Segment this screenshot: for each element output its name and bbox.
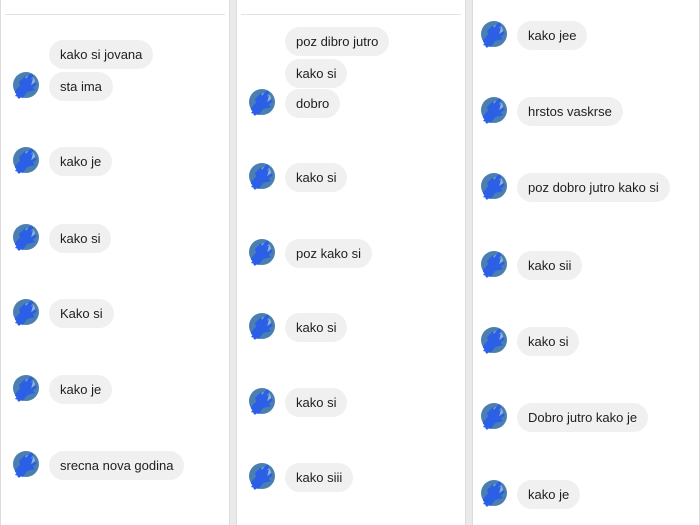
message-bubble[interactable]: hrstos vaskrse — [517, 97, 623, 126]
message-bubble[interactable]: dobro — [285, 89, 341, 118]
message-bubble[interactable]: kako siii — [285, 463, 354, 492]
message-bubble[interactable]: kako si — [285, 59, 348, 88]
profile-avatar-icon[interactable] — [479, 171, 509, 201]
profile-avatar-icon[interactable] — [247, 161, 277, 191]
profile-avatar-icon[interactable] — [479, 249, 509, 279]
message-bubble[interactable]: srecna nova godina — [49, 451, 185, 480]
profile-avatar-icon[interactable] — [11, 70, 41, 100]
message-bubble[interactable]: kako si — [285, 313, 348, 342]
message-bubble[interactable]: kako je — [49, 375, 113, 404]
profile-avatar-icon[interactable] — [479, 19, 509, 49]
profile-avatar-icon[interactable] — [479, 325, 509, 355]
message-bubble[interactable]: Dobro jutro kako je — [517, 403, 649, 432]
message-bubble[interactable]: Kako si — [49, 299, 114, 328]
message-bubble[interactable]: sta ima — [49, 72, 113, 101]
divider — [5, 14, 225, 15]
profile-avatar-icon[interactable] — [479, 478, 509, 508]
message-bubble[interactable]: kako si — [49, 224, 112, 253]
profile-avatar-icon[interactable] — [11, 222, 41, 252]
divider — [241, 14, 461, 15]
message-bubble[interactable]: kako jee — [517, 21, 588, 50]
profile-avatar-icon[interactable] — [247, 461, 277, 491]
profile-avatar-icon[interactable] — [11, 373, 41, 403]
message-bubble[interactable]: kako si jovana — [49, 40, 154, 69]
chat-panel-2: poz dibro jutro kako si dobro kako si po… — [236, 0, 466, 525]
chat-panel-3: kako jee hrstos vaskrse poz dobro jutro … — [472, 0, 700, 525]
profile-avatar-icon[interactable] — [247, 386, 277, 416]
message-bubble[interactable]: poz kako si — [285, 239, 373, 268]
message-bubble[interactable]: poz dobro jutro kako si — [517, 173, 670, 202]
profile-avatar-icon[interactable] — [11, 145, 41, 175]
message-bubble[interactable]: kako je — [49, 147, 113, 176]
profile-avatar-icon[interactable] — [479, 401, 509, 431]
chat-panel-1: kako si jovana sta ima kako je kako si K… — [0, 0, 230, 525]
profile-avatar-icon[interactable] — [247, 311, 277, 341]
profile-avatar-icon[interactable] — [247, 87, 277, 117]
message-bubble[interactable]: kako si — [285, 388, 348, 417]
message-bubble[interactable]: kako si — [285, 163, 348, 192]
message-bubble[interactable]: poz dibro jutro — [285, 27, 390, 56]
profile-avatar-icon[interactable] — [479, 95, 509, 125]
profile-avatar-icon[interactable] — [11, 297, 41, 327]
message-bubble[interactable]: kako sii — [517, 251, 583, 280]
message-bubble[interactable]: kako je — [517, 480, 581, 509]
profile-avatar-icon[interactable] — [11, 449, 41, 479]
profile-avatar-icon[interactable] — [247, 237, 277, 267]
message-bubble[interactable]: kako si — [517, 327, 580, 356]
